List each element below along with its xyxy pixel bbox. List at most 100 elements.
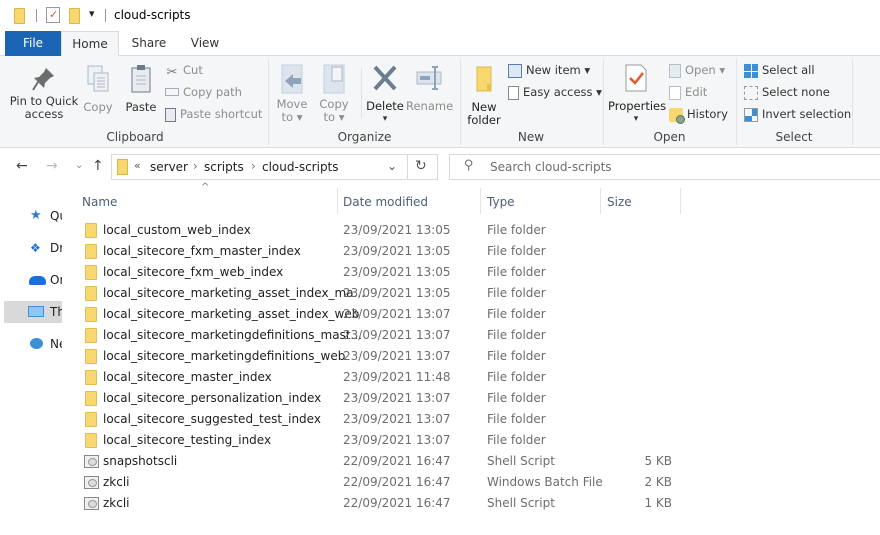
file-size: 1 KB bbox=[644, 496, 672, 510]
cut-label: Cut bbox=[183, 63, 203, 77]
column-header-name[interactable]: Name bbox=[76, 188, 337, 214]
tab-share[interactable]: Share bbox=[121, 31, 177, 56]
address-dropdown-button[interactable]: ⌄ bbox=[387, 159, 397, 173]
tab-home[interactable]: Home bbox=[61, 31, 119, 57]
computer-icon bbox=[28, 306, 44, 317]
folder-icon bbox=[85, 349, 97, 364]
breadcrumb-server[interactable]: server bbox=[150, 160, 188, 174]
nav-dropbox[interactable]: ❖ Dropbox bbox=[4, 237, 62, 259]
recent-locations-button[interactable]: ⌄ bbox=[75, 160, 83, 171]
new-folder-qa-button[interactable] bbox=[69, 8, 80, 24]
file-row[interactable]: local_sitecore_marketing_asset_index_ma.… bbox=[78, 283, 678, 304]
column-header-type[interactable]: Type bbox=[481, 188, 601, 214]
edit-button[interactable]: Edit bbox=[669, 83, 707, 101]
file-name: local_sitecore_marketingdefinitions_mast… bbox=[103, 328, 362, 342]
search-input[interactable]: Search cloud-scripts bbox=[490, 160, 612, 174]
file-row[interactable]: local_sitecore_testing_index 23/09/2021 1… bbox=[78, 430, 678, 451]
new-folder-button[interactable]: New folder bbox=[466, 64, 502, 127]
paste-button[interactable]: Paste bbox=[124, 64, 158, 114]
file-row[interactable]: zkcli 22/09/2021 16:47 Windows Batch File 2… bbox=[78, 472, 678, 493]
file-date-modified: 23/09/2021 13:07 bbox=[343, 433, 451, 447]
file-row[interactable]: local_sitecore_marketingdefinitions_web 2… bbox=[78, 346, 678, 367]
nav-label: Dropbox bbox=[50, 241, 62, 255]
copy-button[interactable]: Copy bbox=[82, 64, 114, 114]
refresh-button[interactable]: ↻ bbox=[415, 158, 427, 174]
up-button[interactable]: ↑ bbox=[92, 158, 104, 174]
paste-shortcut-button[interactable]: Paste shortcut bbox=[165, 105, 262, 123]
title-bar: ✓ ▾ cloud-scripts bbox=[0, 0, 880, 31]
cut-button[interactable]: ✂ Cut bbox=[165, 61, 203, 80]
search-box[interactable]: ⚲ Search cloud-scripts bbox=[449, 154, 880, 180]
breadcrumb-scripts[interactable]: scripts bbox=[204, 160, 244, 174]
folder-icon bbox=[85, 223, 97, 238]
folder-icon bbox=[85, 412, 97, 427]
select-all-button[interactable]: Select all bbox=[744, 61, 815, 79]
file-name: snapshotscli bbox=[103, 454, 178, 468]
column-header-size[interactable]: Size bbox=[601, 188, 681, 214]
folder-icon bbox=[85, 286, 97, 301]
dropbox-icon: ❖ bbox=[30, 241, 41, 255]
file-row[interactable]: local_sitecore_marketing_asset_index_web… bbox=[78, 304, 678, 325]
file-row[interactable]: local_sitecore_fxm_web_index 23/09/2021 1… bbox=[78, 262, 678, 283]
file-name: local_custom_web_index bbox=[103, 223, 251, 237]
copy-to-button[interactable]: Copy to ▾ bbox=[318, 63, 350, 124]
breadcrumb-separator: › bbox=[251, 159, 256, 173]
separator bbox=[36, 9, 37, 22]
script-file-icon bbox=[84, 455, 99, 468]
nav-quick-access[interactable]: ★ Quick access bbox=[4, 205, 62, 227]
pin-icon bbox=[32, 68, 54, 91]
properties-button[interactable]: Properties ▾ bbox=[608, 63, 666, 126]
file-type: Shell Script bbox=[487, 454, 555, 468]
file-row[interactable]: local_custom_web_index 23/09/2021 13:05 Fi… bbox=[78, 220, 678, 241]
delete-dropdown-arrow[interactable]: ▾ bbox=[366, 113, 404, 126]
history-button[interactable]: History bbox=[669, 105, 728, 124]
nav-this-pc[interactable]: This PC bbox=[4, 301, 62, 323]
file-name: local_sitecore_marketingdefinitions_web bbox=[103, 349, 346, 363]
file-date-modified: 23/09/2021 13:05 bbox=[343, 265, 451, 279]
file-date-modified: 23/09/2021 13:07 bbox=[343, 349, 451, 363]
file-row[interactable]: local_sitecore_marketingdefinitions_mast… bbox=[78, 325, 678, 346]
select-none-button[interactable]: Select none bbox=[744, 83, 830, 101]
new-item-button[interactable]: New item ▾ bbox=[508, 61, 590, 79]
invert-selection-button[interactable]: Invert selection bbox=[744, 105, 851, 123]
file-row[interactable]: local_sitecore_suggested_test_index 23/09… bbox=[78, 409, 678, 430]
paste-label: Paste bbox=[125, 100, 157, 114]
column-header-date[interactable]: Date modified bbox=[337, 188, 481, 214]
group-label-organize: Organize bbox=[337, 130, 392, 144]
file-row[interactable]: local_sitecore_master_index 23/09/2021 11… bbox=[78, 367, 678, 388]
properties-qa-button[interactable]: ✓ bbox=[46, 7, 60, 23]
file-row[interactable]: snapshotscli 22/09/2021 16:47 Shell Script… bbox=[78, 451, 678, 472]
delete-button[interactable]: Delete ▾ bbox=[366, 63, 404, 126]
column-resize-handle[interactable] bbox=[680, 188, 681, 214]
tab-file[interactable]: File bbox=[5, 31, 61, 56]
address-bar[interactable]: « server › scripts › cloud-scripts ⌄ ↻ bbox=[111, 154, 438, 180]
edit-label: Edit bbox=[685, 85, 708, 99]
copy-path-button[interactable]: Copy path bbox=[165, 83, 242, 101]
rename-button[interactable]: Rename bbox=[406, 63, 453, 113]
properties-dropdown-arrow[interactable]: ▾ bbox=[608, 113, 664, 126]
file-row[interactable]: zkcli 22/09/2021 16:47 Shell Script 1 KB bbox=[78, 493, 678, 514]
file-date-modified: 22/09/2021 16:47 bbox=[343, 475, 451, 489]
file-type: File folder bbox=[487, 433, 546, 447]
breadcrumb-overflow[interactable]: « bbox=[134, 159, 141, 172]
file-row[interactable]: local_sitecore_personalization_index 23/0… bbox=[78, 388, 678, 409]
file-name: local_sitecore_marketing_asset_index_web bbox=[103, 307, 360, 321]
nav-network[interactable]: Network bbox=[4, 333, 62, 355]
pin-to-quick-access-button[interactable]: Pin to Quick access bbox=[8, 66, 80, 121]
customize-qa-dropdown[interactable]: ▾ bbox=[89, 7, 95, 20]
tab-view[interactable]: View bbox=[179, 31, 231, 56]
move-to-button[interactable]: Move to ▾ bbox=[276, 63, 308, 124]
group-label-open: Open bbox=[653, 130, 686, 144]
file-row[interactable]: local_sitecore_fxm_master_index 23/09/202… bbox=[78, 241, 678, 262]
open-button[interactable]: Open ▾ bbox=[669, 61, 725, 79]
move-icon bbox=[281, 64, 303, 94]
nav-onedrive[interactable]: OneDrive bbox=[4, 269, 62, 291]
easy-access-button[interactable]: Easy access ▾ bbox=[508, 83, 602, 101]
open-label: Open ▾ bbox=[685, 63, 726, 77]
forward-button[interactable]: → bbox=[46, 158, 58, 174]
rename-icon bbox=[416, 66, 442, 90]
breadcrumb-cloud-scripts[interactable]: cloud-scripts bbox=[262, 160, 339, 174]
folder-icon bbox=[85, 307, 97, 322]
back-button[interactable]: ← bbox=[16, 158, 28, 174]
breadcrumb-separator: › bbox=[193, 159, 198, 173]
